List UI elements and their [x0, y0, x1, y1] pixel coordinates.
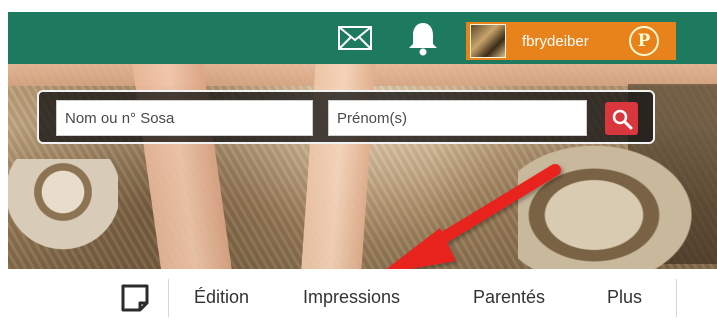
note-icon[interactable] [120, 283, 150, 313]
nav-item-impressions[interactable]: Impressions [303, 287, 400, 308]
nav-item-plus[interactable]: Plus [607, 287, 642, 308]
username: fbrydeiber [522, 32, 589, 50]
nav-bar: Édition Impressions Parentés Plus [8, 269, 717, 327]
nav-item-parentes[interactable]: Parentés [473, 287, 545, 308]
nav-item-edition[interactable]: Édition [194, 287, 249, 308]
name-sosa-input[interactable] [56, 100, 313, 136]
search-icon [612, 109, 632, 129]
search-panel [37, 90, 655, 144]
firstname-input[interactable] [328, 100, 587, 136]
top-bar: fbrydeiber P [8, 12, 717, 64]
page: fbrydeiber P Nom ou n° Sosa Prénom(s) Éd… [0, 0, 717, 327]
premium-badge-icon: P [629, 26, 659, 56]
bell-icon[interactable] [405, 20, 441, 56]
avatar [470, 24, 506, 58]
mail-icon[interactable] [338, 26, 372, 50]
nav-divider [168, 279, 169, 317]
search-button[interactable] [605, 102, 638, 135]
nav-divider [676, 279, 677, 317]
user-menu[interactable]: fbrydeiber P [466, 22, 676, 60]
